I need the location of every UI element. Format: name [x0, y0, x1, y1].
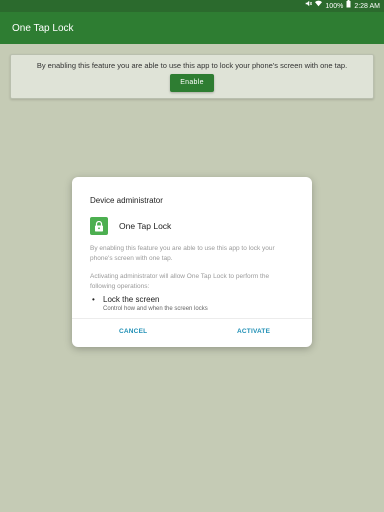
banner-text: By enabling this feature you are able to…	[36, 61, 348, 70]
enable-banner: By enabling this feature you are able to…	[10, 54, 374, 99]
battery-percentage: 100%	[325, 2, 344, 10]
activate-button[interactable]: ACTIVATE	[237, 328, 270, 335]
status-bar: 100% 2:28 AM	[0, 0, 384, 12]
battery-icon	[346, 0, 351, 13]
app-name: One Tap Lock	[119, 221, 172, 231]
bullet-icon: •	[92, 295, 95, 304]
dialog-divider	[72, 318, 312, 319]
device-admin-dialog: Device administrator One Tap Lock By ena…	[72, 177, 312, 347]
dialog-warning: Activating administrator will allow One …	[90, 273, 270, 290]
lock-icon	[90, 217, 108, 235]
mute-icon	[305, 0, 313, 12]
dialog-description: By enabling this feature you are able to…	[90, 245, 275, 262]
app-bar: One Tap Lock	[0, 12, 384, 44]
enable-button[interactable]: Enable	[170, 74, 214, 92]
app-title: One Tap Lock	[12, 22, 74, 34]
clock: 2:28 AM	[354, 2, 380, 10]
policy-description: Control how and when the screen locks	[103, 306, 208, 312]
wifi-icon	[315, 0, 323, 12]
app-info-row: One Tap Lock	[90, 217, 171, 235]
dialog-title: Device administrator	[90, 196, 163, 205]
cancel-button[interactable]: CANCEL	[119, 328, 147, 335]
policy-item: • Lock the screen Control how and when t…	[92, 295, 208, 313]
policy-title: Lock the screen	[103, 295, 160, 304]
